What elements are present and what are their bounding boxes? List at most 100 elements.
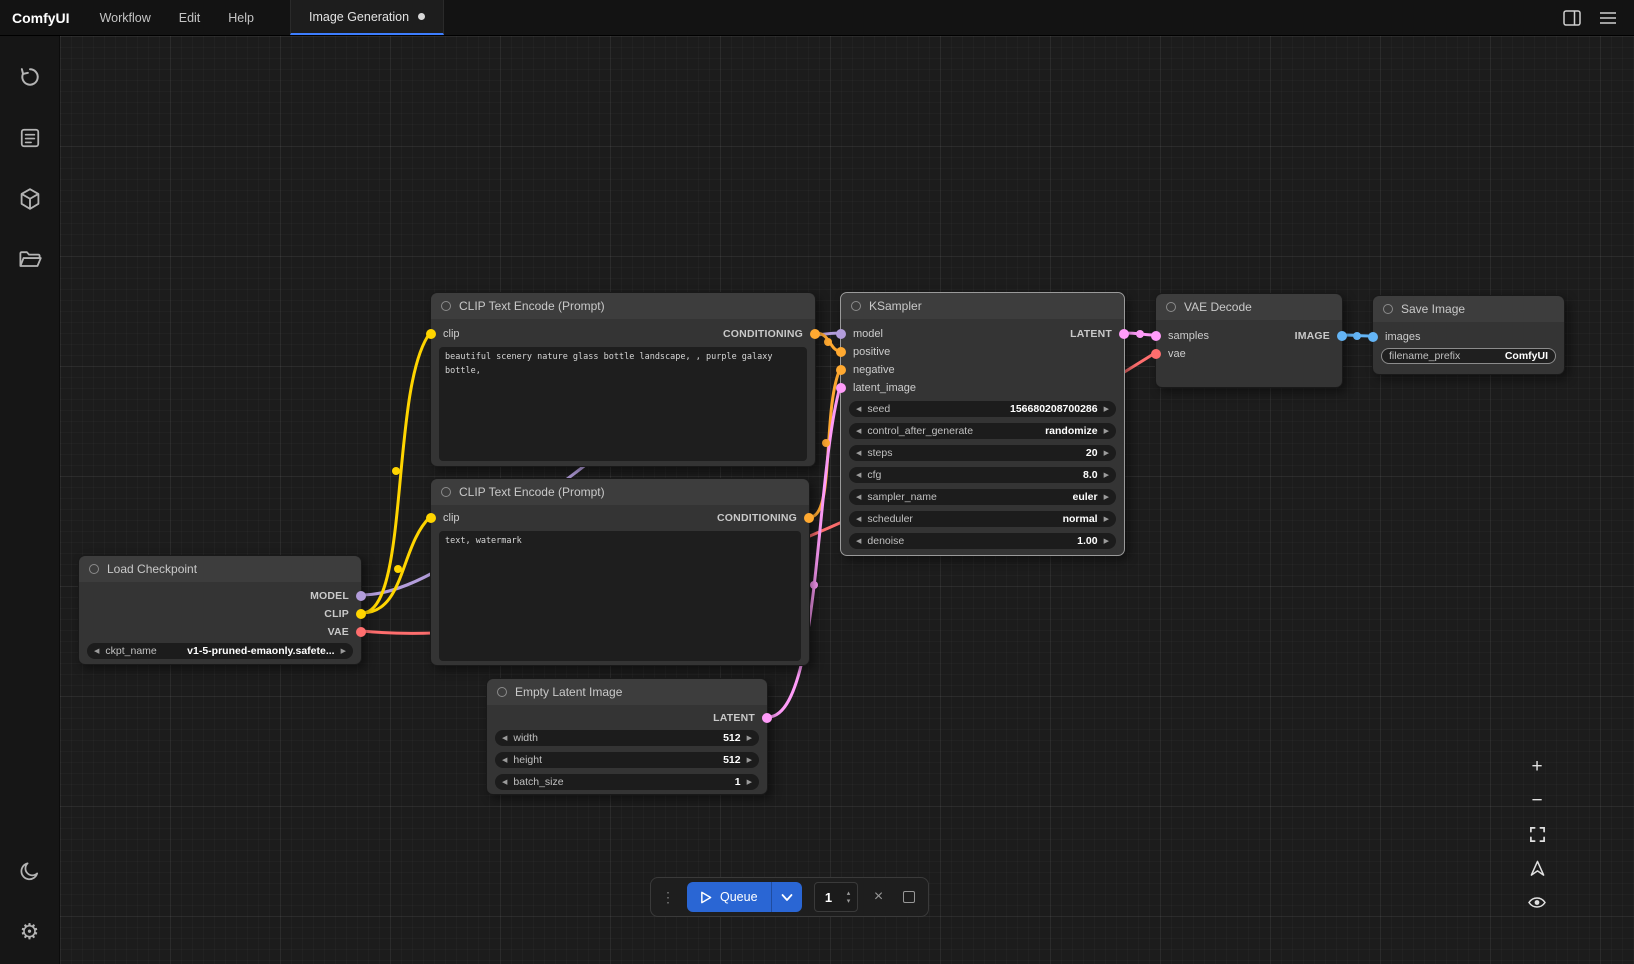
widget-arrow-right-icon[interactable]: ▶ bbox=[1104, 538, 1109, 545]
node-library-list-icon[interactable] bbox=[10, 118, 50, 158]
queue-dropdown-button[interactable] bbox=[771, 882, 802, 912]
workflows-folder-icon[interactable] bbox=[10, 240, 50, 280]
slot-vae-input[interactable] bbox=[1151, 349, 1161, 359]
widget-arrow-right-icon[interactable]: ▶ bbox=[1104, 472, 1109, 479]
clear-queue-icon[interactable]: × bbox=[870, 889, 888, 905]
node-clip-text-encode-negative[interactable]: CLIP Text Encode (Prompt) clip CONDITION… bbox=[430, 478, 810, 666]
widget-arrow-left-icon[interactable]: ◀ bbox=[856, 428, 861, 435]
widget-arrow-right-icon[interactable]: ▶ bbox=[1104, 428, 1109, 435]
cfg-widget[interactable]: ◀ cfg 8.0 ▶ bbox=[849, 467, 1116, 483]
slot-model-output[interactable] bbox=[356, 591, 366, 601]
theme-moon-icon[interactable] bbox=[10, 851, 50, 891]
slot-clip-input[interactable] bbox=[426, 329, 436, 339]
slot-latent-image-input[interactable] bbox=[836, 383, 846, 393]
collapse-dot-icon[interactable] bbox=[89, 564, 99, 574]
zoom-out-button[interactable]: − bbox=[1526, 790, 1548, 810]
node-load-checkpoint[interactable]: Load Checkpoint MODEL CLIP VAE ◀ ckpt_na… bbox=[78, 555, 362, 665]
height-widget[interactable]: ◀ height 512 ▶ bbox=[495, 752, 759, 768]
slot-vae-output[interactable] bbox=[356, 627, 366, 637]
slot-negative-input[interactable] bbox=[836, 365, 846, 375]
toggle-visibility-eye-icon[interactable] bbox=[1526, 892, 1548, 912]
slot-clip-input[interactable] bbox=[426, 513, 436, 523]
model-library-cube-icon[interactable] bbox=[10, 179, 50, 219]
zoom-in-button[interactable]: + bbox=[1526, 756, 1548, 776]
node-header[interactable]: CLIP Text Encode (Prompt) bbox=[431, 479, 809, 505]
widget-arrow-left-icon[interactable]: ◀ bbox=[856, 450, 861, 457]
positive-prompt-textarea[interactable]: beautiful scenery nature glass bottle la… bbox=[439, 347, 807, 461]
ckpt-name-widget[interactable]: ◀ ckpt_name v1-5-pruned-emaonly.safete..… bbox=[87, 643, 353, 659]
hamburger-menu-icon[interactable] bbox=[1596, 6, 1620, 30]
denoise-widget[interactable]: ◀ denoise 1.00 ▶ bbox=[849, 533, 1116, 549]
widget-arrow-left-icon[interactable]: ◀ bbox=[856, 516, 861, 523]
batch-size-widget[interactable]: ◀ batch_size 1 ▶ bbox=[495, 774, 759, 790]
widget-arrow-left-icon[interactable]: ◀ bbox=[856, 538, 861, 545]
widget-arrow-left-icon[interactable]: ◀ bbox=[856, 406, 861, 413]
history-icon[interactable] bbox=[10, 57, 50, 97]
menu-edit[interactable]: Edit bbox=[165, 0, 215, 36]
batch-count-stepper[interactable]: 1 ▴ ▾ bbox=[814, 882, 858, 912]
slot-latent-output[interactable] bbox=[762, 713, 772, 723]
node-graph-canvas[interactable]: Load Checkpoint MODEL CLIP VAE ◀ ckpt_na… bbox=[60, 36, 1634, 964]
stepper-up-icon[interactable]: ▴ bbox=[847, 890, 851, 897]
widget-arrow-right-icon[interactable]: ▶ bbox=[747, 757, 752, 764]
stepper-down-icon[interactable]: ▾ bbox=[847, 898, 851, 905]
node-vae-decode[interactable]: VAE Decode samples IMAGE vae bbox=[1155, 293, 1343, 388]
toggle-panel-icon[interactable] bbox=[1560, 6, 1584, 30]
widget-arrow-right-icon[interactable]: ▶ bbox=[1104, 450, 1109, 457]
widget-arrow-left-icon[interactable]: ◀ bbox=[502, 779, 507, 786]
menu-workflow[interactable]: Workflow bbox=[86, 0, 165, 36]
node-save-image[interactable]: Save Image images filename_prefix ComfyU… bbox=[1372, 295, 1565, 375]
node-header[interactable]: Load Checkpoint bbox=[79, 556, 361, 582]
queue-button[interactable]: Queue bbox=[687, 882, 771, 912]
slot-model-input[interactable] bbox=[836, 329, 846, 339]
slot-clip-output[interactable] bbox=[356, 609, 366, 619]
fit-view-icon[interactable] bbox=[1526, 824, 1548, 844]
slot-positive-input[interactable] bbox=[836, 347, 846, 357]
negative-prompt-textarea[interactable]: text, watermark bbox=[439, 531, 801, 661]
slot-images-input[interactable] bbox=[1368, 332, 1378, 342]
collapse-dot-icon[interactable] bbox=[441, 301, 451, 311]
collapse-dot-icon[interactable] bbox=[1166, 302, 1176, 312]
widget-arrow-right-icon[interactable]: ▶ bbox=[747, 779, 752, 786]
sampler-name-widget[interactable]: ◀ sampler_name euler ▶ bbox=[849, 489, 1116, 505]
node-empty-latent-image[interactable]: Empty Latent Image LATENT ◀ width 512 ▶ … bbox=[486, 678, 768, 795]
collapse-dot-icon[interactable] bbox=[851, 301, 861, 311]
widget-arrow-left-icon[interactable]: ◀ bbox=[502, 757, 507, 764]
node-header[interactable]: Save Image bbox=[1373, 296, 1564, 322]
widget-arrow-right-icon[interactable]: ▶ bbox=[341, 648, 346, 655]
slot-image-output[interactable] bbox=[1337, 331, 1347, 341]
collapse-dot-icon[interactable] bbox=[497, 687, 507, 697]
widget-arrow-left-icon[interactable]: ◀ bbox=[502, 735, 507, 742]
node-clip-text-encode-positive[interactable]: CLIP Text Encode (Prompt) clip CONDITION… bbox=[430, 292, 816, 467]
slot-samples-input[interactable] bbox=[1151, 331, 1161, 341]
scheduler-widget[interactable]: ◀ scheduler normal ▶ bbox=[849, 511, 1116, 527]
collapse-dot-icon[interactable] bbox=[441, 487, 451, 497]
slot-conditioning-output[interactable] bbox=[810, 329, 820, 339]
widget-arrow-right-icon[interactable]: ▶ bbox=[1104, 406, 1109, 413]
control-after-generate-widget[interactable]: ◀ control_after_generate randomize ▶ bbox=[849, 423, 1116, 439]
slot-conditioning-output[interactable] bbox=[804, 513, 814, 523]
filename-prefix-widget[interactable]: filename_prefix ComfyUI bbox=[1381, 348, 1556, 364]
widget-arrow-left-icon[interactable]: ◀ bbox=[94, 648, 99, 655]
tab-image-generation[interactable]: Image Generation bbox=[290, 0, 444, 35]
select-pointer-icon[interactable] bbox=[1526, 858, 1548, 878]
node-header[interactable]: Empty Latent Image bbox=[487, 679, 767, 705]
width-widget[interactable]: ◀ width 512 ▶ bbox=[495, 730, 759, 746]
interrupt-stop-icon[interactable] bbox=[900, 891, 918, 903]
widget-arrow-right-icon[interactable]: ▶ bbox=[1104, 494, 1109, 501]
collapse-dot-icon[interactable] bbox=[1383, 304, 1393, 314]
steps-widget[interactable]: ◀ steps 20 ▶ bbox=[849, 445, 1116, 461]
menu-help[interactable]: Help bbox=[214, 0, 268, 36]
widget-arrow-right-icon[interactable]: ▶ bbox=[1104, 516, 1109, 523]
drag-handle-icon[interactable]: ⋮ bbox=[661, 890, 675, 904]
widget-arrow-left-icon[interactable]: ◀ bbox=[856, 472, 861, 479]
slot-latent-output[interactable] bbox=[1119, 329, 1129, 339]
widget-arrow-right-icon[interactable]: ▶ bbox=[747, 735, 752, 742]
settings-gear-icon[interactable]: ⚙ bbox=[10, 912, 50, 952]
seed-widget[interactable]: ◀ seed 156680208700286 ▶ bbox=[849, 401, 1116, 417]
node-header[interactable]: CLIP Text Encode (Prompt) bbox=[431, 293, 815, 319]
node-header[interactable]: KSampler bbox=[841, 293, 1124, 319]
node-header[interactable]: VAE Decode bbox=[1156, 294, 1342, 320]
node-ksampler[interactable]: KSampler model LATENT positive negative … bbox=[840, 292, 1125, 556]
widget-arrow-left-icon[interactable]: ◀ bbox=[856, 494, 861, 501]
